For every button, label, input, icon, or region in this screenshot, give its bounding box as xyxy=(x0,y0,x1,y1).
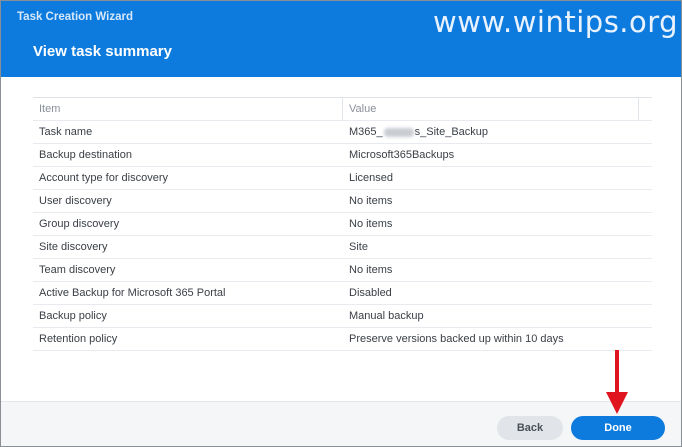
row-item-label: Team discovery xyxy=(39,264,116,276)
task-name-suffix: s_Site_Backup xyxy=(414,126,489,138)
row-item-label: Site discovery xyxy=(39,241,108,253)
table-row: Group discovery No items xyxy=(33,213,652,236)
wizard-title: Task Creation Wizard xyxy=(17,11,133,23)
column-header-value: Value xyxy=(349,103,377,115)
red-arrow-annotation xyxy=(606,350,628,414)
dialog-header: Task Creation Wizard View task summary w… xyxy=(1,1,681,77)
table-row: Backup policy Manual backup xyxy=(33,305,652,328)
row-item-label: Task name xyxy=(39,126,93,138)
row-item-label: User discovery xyxy=(39,195,112,207)
column-divider xyxy=(638,98,639,120)
redacted-text xyxy=(383,127,414,137)
row-value: Site xyxy=(349,241,368,253)
row-value: No items xyxy=(349,218,393,230)
dialog-footer: Back Done xyxy=(1,401,681,446)
back-button[interactable]: Back xyxy=(497,416,563,440)
row-value: No items xyxy=(349,264,393,276)
row-item-label: Account type for discovery xyxy=(39,172,169,184)
done-button[interactable]: Done xyxy=(571,416,665,440)
row-value: Preserve versions backed up within 10 da… xyxy=(349,333,564,345)
row-value: Microsoft365Backups xyxy=(349,149,455,161)
row-item-label: Retention policy xyxy=(39,333,118,345)
row-value: Licensed xyxy=(349,172,394,184)
row-item-label: Group discovery xyxy=(39,218,120,230)
row-item-label: Backup policy xyxy=(39,310,107,322)
row-value: No items xyxy=(349,195,393,207)
row-value: Disabled xyxy=(349,287,392,299)
page-title: View task summary xyxy=(33,43,172,60)
row-item-label: Active Backup for Microsoft 365 Portal xyxy=(39,287,226,299)
watermark: www.wintips.org xyxy=(433,5,679,39)
column-divider xyxy=(342,98,343,120)
row-item-label: Backup destination xyxy=(39,149,132,161)
table-row: Account type for discovery Licensed xyxy=(33,167,652,190)
table-row: Site discovery Site xyxy=(33,236,652,259)
table-row: Active Backup for Microsoft 365 Portal D… xyxy=(33,282,652,305)
table-row: Retention policy Preserve versions backe… xyxy=(33,328,652,351)
table-row: Team discovery No items xyxy=(33,259,652,282)
table-row: Task name M365_ s_Site_Backup xyxy=(33,121,652,144)
table-row: Backup destination Microsoft365Backups xyxy=(33,144,652,167)
table-row: User discovery No items xyxy=(33,190,652,213)
table-header-row: Item Value xyxy=(33,98,652,121)
row-value: Manual backup xyxy=(349,310,424,322)
task-creation-wizard-dialog: Task Creation Wizard View task summary w… xyxy=(0,0,682,447)
row-value: M365_ s_Site_Backup xyxy=(349,126,488,138)
task-name-prefix: M365_ xyxy=(349,126,383,138)
column-header-item: Item xyxy=(39,103,61,115)
summary-table: Item Value Task name M365_ s_Site_Backup … xyxy=(33,97,652,351)
